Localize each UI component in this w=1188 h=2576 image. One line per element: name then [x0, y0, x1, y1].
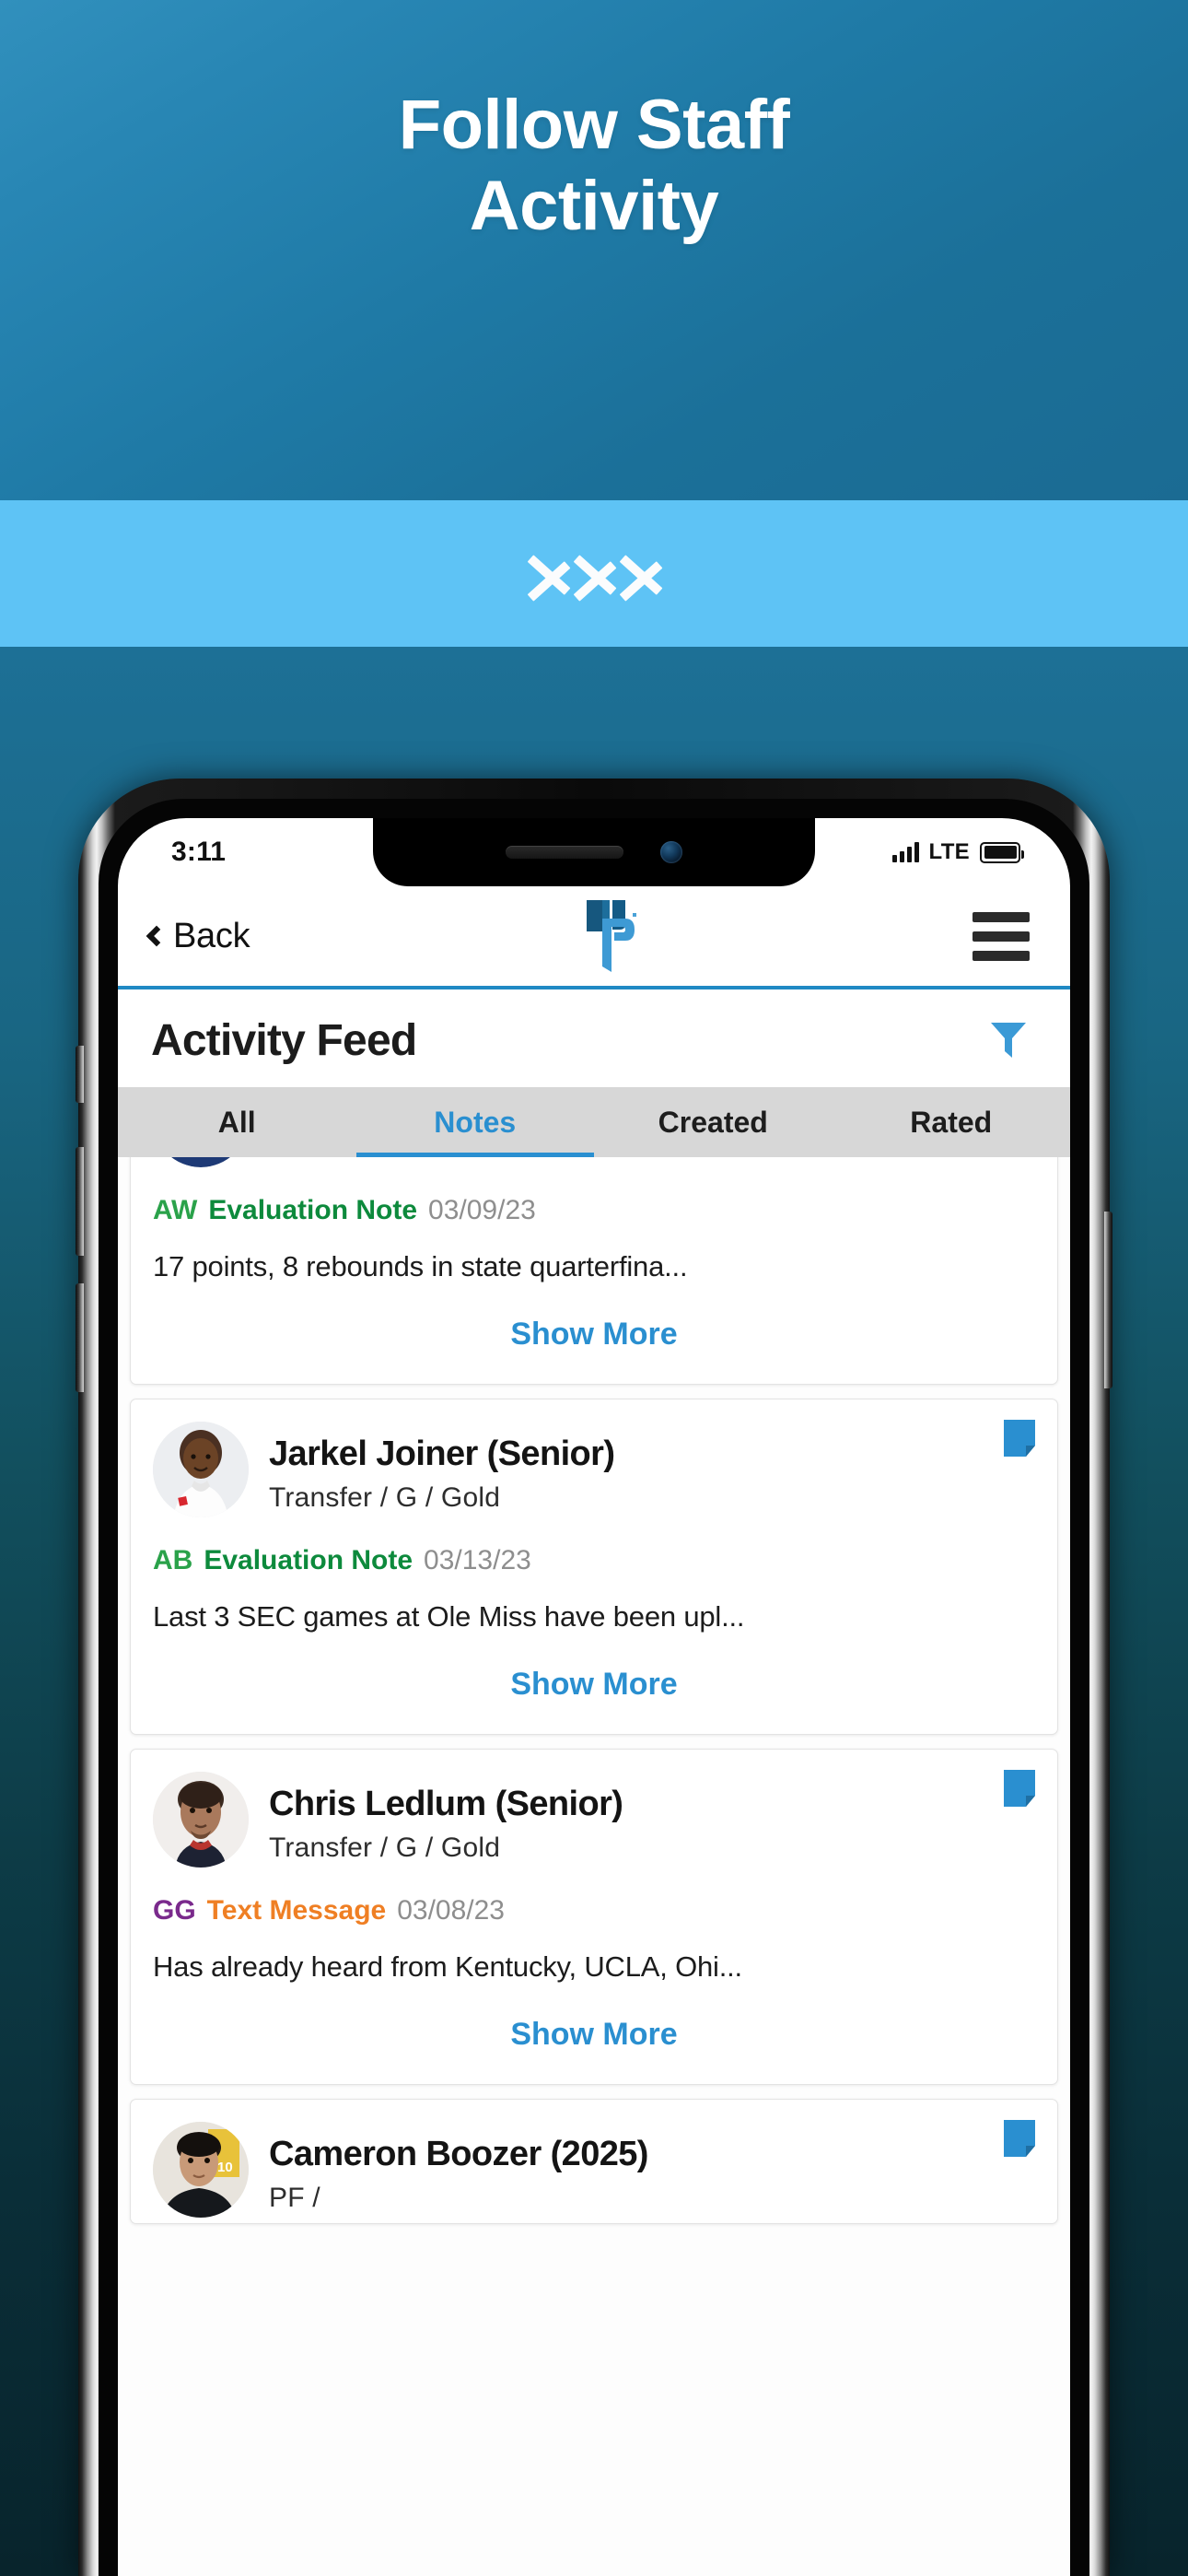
- activity-feed-list[interactable]: AW Evaluation Note 03/09/23 17 points, 8…: [118, 1157, 1070, 2576]
- phone-mockup: 3:11 LTE Back Activity Feed All Notes Cr…: [76, 779, 1112, 2576]
- avatar: [153, 1422, 249, 1517]
- power-button[interactable]: [1104, 1212, 1112, 1388]
- activity-card[interactable]: 10 Cameron Boozer (2025) PF /: [130, 2099, 1058, 2224]
- note-type: Text Message: [206, 1895, 387, 1926]
- tab-created[interactable]: Created: [594, 1087, 833, 1157]
- back-button-label: Back: [173, 916, 250, 955]
- signal-strength-icon: [891, 842, 919, 862]
- note-date: 03/08/23: [397, 1895, 505, 1926]
- note-body: Last 3 SEC games at Ole Miss have been u…: [153, 1600, 745, 1633]
- note-date: 03/13/23: [424, 1545, 531, 1575]
- chevron-band: [0, 500, 1188, 647]
- network-type-label: LTE: [928, 839, 970, 864]
- headline-line-2: Activity: [469, 167, 719, 246]
- note-body: Has already heard from Kentucky, UCLA, O…: [153, 1950, 742, 1983]
- phone-notch: [373, 818, 815, 886]
- player-name: Chris Ledlum (Senior): [269, 1785, 623, 1823]
- chevron-group: [527, 534, 661, 614]
- card-header: 10 Cameron Boozer (2025) PF /: [131, 2100, 1057, 2218]
- promo-top-background: [0, 0, 1188, 500]
- player-meta: PF /: [269, 2183, 320, 2213]
- note-badge-icon: [1004, 1420, 1035, 1457]
- note-meta-line: AW Evaluation Note 03/09/23: [131, 1167, 1057, 1226]
- tab-notes[interactable]: Notes: [355, 1087, 595, 1157]
- note-meta-line: GG Text Message 03/08/23: [131, 1868, 1057, 1926]
- author-initials: AW: [153, 1195, 198, 1225]
- note-type: Evaluation Note: [208, 1195, 418, 1225]
- feed-tabs: All Notes Created Rated: [118, 1087, 1070, 1157]
- note-meta-line: AB Evaluation Note 03/13/23: [131, 1517, 1057, 1576]
- card-header: [131, 1157, 1057, 1167]
- show-more-button[interactable]: Show More: [131, 1283, 1057, 1378]
- chevron-right-icon: [573, 534, 615, 614]
- card-header: Jarkel Joiner (Senior) Transfer / G / Go…: [131, 1399, 1057, 1517]
- activity-card[interactable]: Jarkel Joiner (Senior) Transfer / G / Go…: [130, 1399, 1058, 1735]
- app-logo[interactable]: [579, 900, 644, 972]
- player-name: Cameron Boozer (2025): [269, 2135, 648, 2173]
- show-more-button[interactable]: Show More: [131, 1984, 1057, 2078]
- page-header: Activity Feed: [118, 993, 1070, 1087]
- page-title: Activity Feed: [151, 1015, 417, 1065]
- author-initials: AB: [153, 1545, 193, 1575]
- note-date: 03/09/23: [428, 1195, 536, 1225]
- note-badge-icon: [1004, 2120, 1035, 2157]
- chevron-right-icon: [619, 534, 661, 614]
- chevron-left-icon: [146, 925, 168, 947]
- battery-icon: [980, 841, 1024, 863]
- volume-up-button[interactable]: [76, 1147, 84, 1256]
- filter-icon[interactable]: [989, 1020, 1028, 1060]
- author-initials: GG: [153, 1895, 196, 1926]
- avatar: [153, 1157, 249, 1167]
- card-identity: Jarkel Joiner (Senior) Transfer / G / Go…: [249, 1422, 615, 1514]
- svg-text:10: 10: [217, 2160, 233, 2175]
- tab-all[interactable]: All: [118, 1087, 356, 1157]
- front-camera-icon: [660, 841, 682, 863]
- player-meta: Transfer / G / Gold: [269, 1832, 501, 1863]
- back-button[interactable]: Back: [146, 916, 250, 956]
- note-body: 17 points, 8 rebounds in state quarterfi…: [153, 1250, 688, 1282]
- status-time: 3:11: [171, 837, 227, 867]
- tab-rated[interactable]: Rated: [833, 1087, 1071, 1157]
- note-badge-icon: [1004, 1770, 1035, 1807]
- avatar: [153, 1772, 249, 1868]
- app-nav-bar: Back: [118, 886, 1070, 989]
- status-indicators: LTE: [891, 839, 1024, 865]
- headline-line-1: Follow Staff: [398, 86, 790, 164]
- activity-card[interactable]: Chris Ledlum (Senior) Transfer / G / Gol…: [130, 1749, 1058, 2085]
- earpiece-speaker-icon: [506, 846, 623, 859]
- avatar: 10: [153, 2122, 249, 2218]
- card-identity: Cameron Boozer (2025) PF /: [249, 2122, 648, 2214]
- show-more-button[interactable]: Show More: [131, 1633, 1057, 1728]
- volume-down-button[interactable]: [76, 1283, 84, 1392]
- chevron-right-icon: [527, 534, 569, 614]
- mute-switch-button[interactable]: [76, 1046, 84, 1103]
- phone-screen: 3:11 LTE Back Activity Feed All Notes Cr…: [118, 818, 1070, 2576]
- player-name: Jarkel Joiner (Senior): [269, 1434, 615, 1473]
- promo-headline: Follow Staff Activity: [0, 85, 1188, 247]
- card-header: Chris Ledlum (Senior) Transfer / G / Gol…: [131, 1750, 1057, 1868]
- card-identity: Chris Ledlum (Senior) Transfer / G / Gol…: [249, 1772, 623, 1864]
- activity-card[interactable]: AW Evaluation Note 03/09/23 17 points, 8…: [130, 1157, 1058, 1385]
- player-meta: Transfer / G / Gold: [269, 1482, 501, 1513]
- note-type: Evaluation Note: [204, 1545, 413, 1575]
- hamburger-menu-icon[interactable]: [973, 911, 1030, 961]
